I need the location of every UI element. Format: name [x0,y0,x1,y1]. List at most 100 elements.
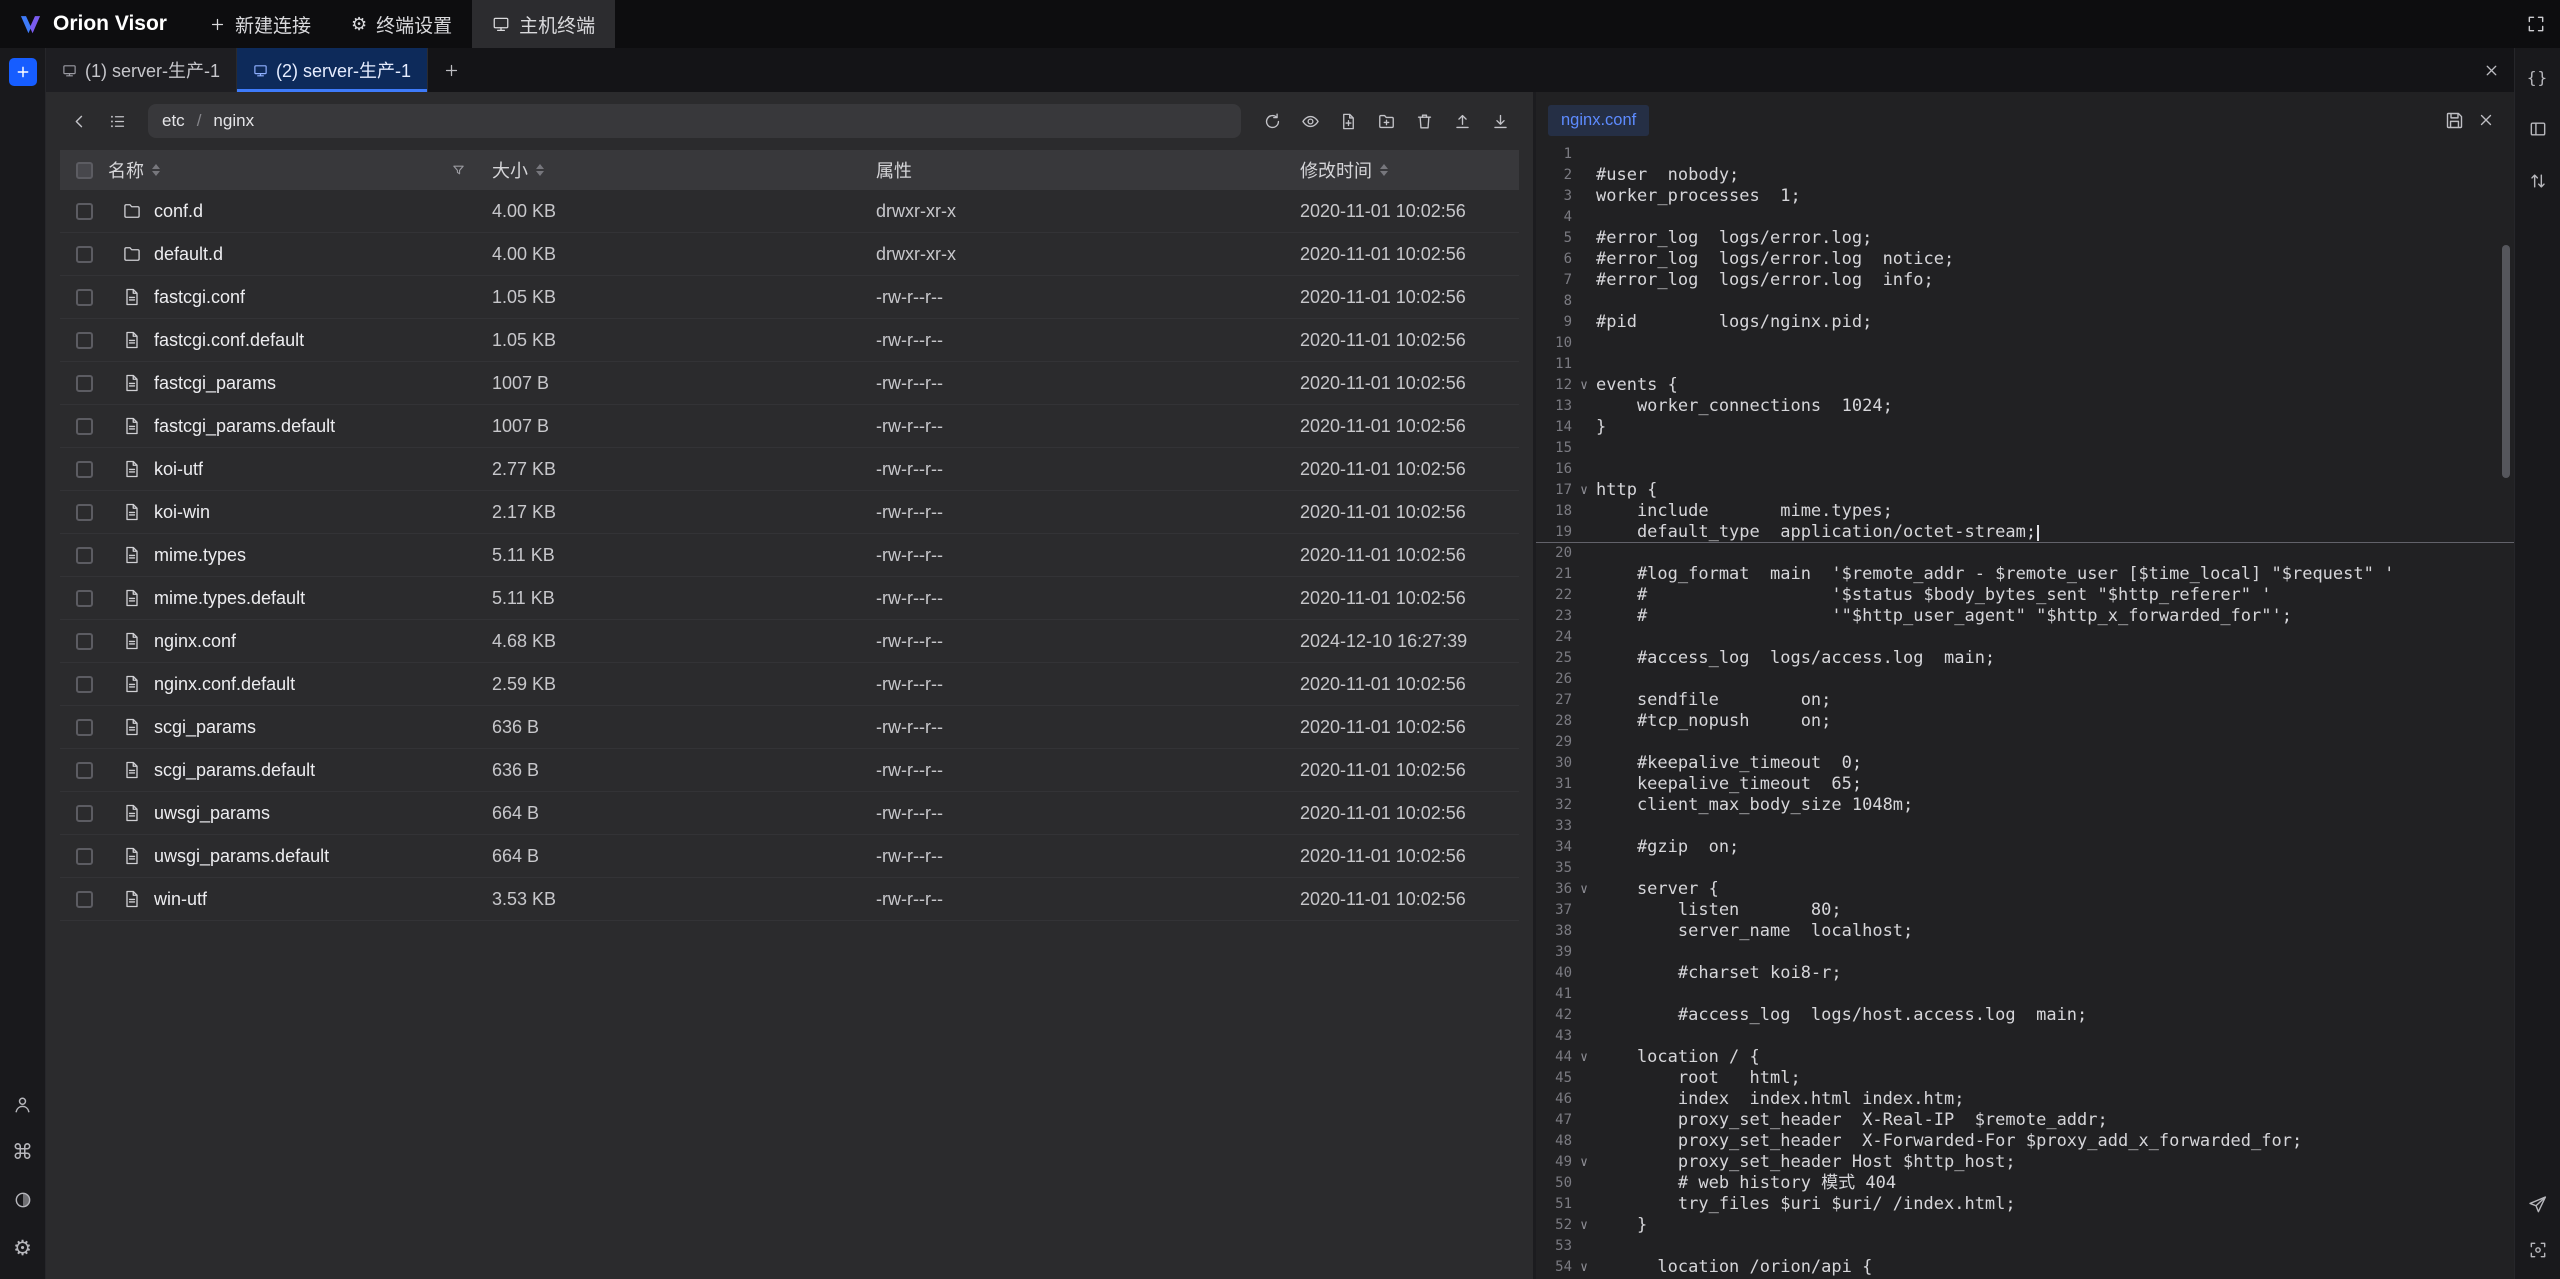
menu-item-new-connection[interactable]: 新建连接 [189,0,331,48]
file-mtime: 2020-11-01 10:02:56 [1300,674,1519,695]
editor-file-badge[interactable]: nginx.conf [1548,105,1649,136]
table-row[interactable]: uwsgi_params.default 664 B -rw-r--r-- 20… [60,835,1519,878]
fold-chevron-icon[interactable] [1572,1257,1596,1278]
sort-carets-icon[interactable] [1380,164,1388,176]
code-line: 27 sendfile on; [1536,690,2514,711]
new-file-icon[interactable] [1331,104,1365,138]
row-checkbox[interactable] [76,461,93,478]
row-checkbox[interactable] [76,848,93,865]
line-number: 42 [1536,1005,1572,1026]
settings-gear-icon[interactable] [8,1233,38,1263]
table-row[interactable]: nginx.conf 4.68 KB -rw-r--r-- 2024-12-10… [60,620,1519,663]
fold-chevron-icon[interactable] [1572,1152,1596,1173]
row-checkbox[interactable] [76,676,93,693]
row-checkbox[interactable] [76,590,93,607]
file-attr: -rw-r--r-- [876,545,1300,566]
table-row[interactable]: nginx.conf.default 2.59 KB -rw-r--r-- 20… [60,663,1519,706]
editor-scrollbar-thumb[interactable] [2502,245,2510,478]
download-icon[interactable] [1483,104,1517,138]
row-checkbox[interactable] [76,805,93,822]
theme-icon[interactable] [8,1185,38,1215]
list-view-icon[interactable] [100,104,134,138]
fold-chevron-icon[interactable] [1572,879,1596,900]
fullscreen-button[interactable] [2512,0,2560,48]
capture-icon[interactable] [2523,1235,2553,1265]
header-name[interactable]: 名称 [108,157,492,183]
table-row[interactable]: mime.types 5.11 KB -rw-r--r-- 2020-11-01… [60,534,1519,577]
line-number: 29 [1536,732,1572,753]
close-all-button[interactable] [2468,48,2514,92]
table-row[interactable]: conf.d 4.00 KB drwxr-xr-x 2020-11-01 10:… [60,190,1519,233]
header-mtime[interactable]: 修改时间 [1300,157,1519,183]
file-name: default.d [154,244,223,265]
row-checkbox[interactable] [76,504,93,521]
path-breadcrumb[interactable]: etc / nginx [148,104,1241,138]
editor-code[interactable]: 1 2 #user nobody; [1536,138,2514,1279]
file-name: scgi_params.default [154,760,315,781]
sftp-panel-icon[interactable] [2523,114,2553,144]
fold-chevron-icon[interactable] [1572,480,1596,501]
row-checkbox[interactable] [76,289,93,306]
command-shortcuts-icon[interactable] [8,1137,38,1167]
code-line: 42 #access_log logs/host.access.log main… [1536,1005,2514,1026]
tab-server-2-active[interactable]: (2) server-生产-1 [237,48,428,92]
save-icon[interactable] [2438,104,2470,136]
new-folder-icon[interactable] [1369,104,1403,138]
table-row[interactable]: fastcgi_params 1007 B -rw-r--r-- 2020-11… [60,362,1519,405]
row-checkbox[interactable] [76,719,93,736]
row-checkbox[interactable] [76,762,93,779]
upload-icon[interactable] [1445,104,1479,138]
table-row[interactable]: mime.types.default 5.11 KB -rw-r--r-- 20… [60,577,1519,620]
table-row[interactable]: koi-utf 2.77 KB -rw-r--r-- 2020-11-01 10… [60,448,1519,491]
row-checkbox[interactable] [76,418,93,435]
row-checkbox[interactable] [76,203,93,220]
sort-carets-icon[interactable] [536,164,544,176]
row-checkbox[interactable] [76,633,93,650]
table-row[interactable]: scgi_params 636 B -rw-r--r-- 2020-11-01 … [60,706,1519,749]
menu-item-host-terminal[interactable]: 主机终端 [472,0,615,48]
code-line: 15 [1536,438,2514,459]
file-icon [122,330,142,350]
add-connection-button[interactable] [9,58,37,86]
variables-icon[interactable] [2523,62,2553,92]
table-row[interactable]: koi-win 2.17 KB -rw-r--r-- 2020-11-01 10… [60,491,1519,534]
user-icon[interactable] [8,1089,38,1119]
sort-carets-icon[interactable] [152,164,160,176]
table-row[interactable]: uwsgi_params 664 B -rw-r--r-- 2020-11-01… [60,792,1519,835]
table-row[interactable]: scgi_params.default 636 B -rw-r--r-- 202… [60,749,1519,792]
select-all-checkbox[interactable] [76,162,93,179]
row-checkbox[interactable] [76,891,93,908]
table-row[interactable]: win-utf 3.53 KB -rw-r--r-- 2020-11-01 10… [60,878,1519,921]
table-row[interactable]: default.d 4.00 KB drwxr-xr-x 2020-11-01 … [60,233,1519,276]
delete-trash-icon[interactable] [1407,104,1441,138]
transfer-list-icon[interactable] [2523,166,2553,196]
header-size[interactable]: 大小 [492,157,876,183]
close-editor-icon[interactable] [2470,104,2502,136]
file-icon [122,674,142,694]
line-number: 33 [1536,816,1572,837]
row-checkbox[interactable] [76,246,93,263]
refresh-icon[interactable] [1255,104,1289,138]
fold-chevron-icon[interactable] [1572,375,1596,396]
breadcrumb-segment[interactable]: nginx [213,111,254,131]
row-checkbox[interactable] [76,375,93,392]
file-icon [122,631,142,651]
table-row[interactable]: fastcgi.conf 1.05 KB -rw-r--r-- 2020-11-… [60,276,1519,319]
send-command-icon[interactable] [2523,1189,2553,1219]
panels: etc / nginx [46,92,2514,1279]
row-checkbox[interactable] [76,547,93,564]
code-text: events { [1596,375,1678,396]
fold-chevron-icon[interactable] [1572,1215,1596,1236]
tab-server-1[interactable]: (1) server-生产-1 [46,48,237,92]
file-size: 4.00 KB [492,201,876,222]
row-checkbox[interactable] [76,332,93,349]
menu-item-terminal-settings[interactable]: 终端设置 [331,0,472,48]
table-row[interactable]: fastcgi_params.default 1007 B -rw-r--r--… [60,405,1519,448]
fold-chevron-icon[interactable] [1572,1047,1596,1068]
back-button[interactable] [62,104,96,138]
filter-funnel-icon[interactable] [451,163,466,178]
table-row[interactable]: fastcgi.conf.default 1.05 KB -rw-r--r-- … [60,319,1519,362]
new-tab-button[interactable] [428,48,474,92]
breadcrumb-segment[interactable]: etc [162,111,185,131]
preview-eye-icon[interactable] [1293,104,1327,138]
